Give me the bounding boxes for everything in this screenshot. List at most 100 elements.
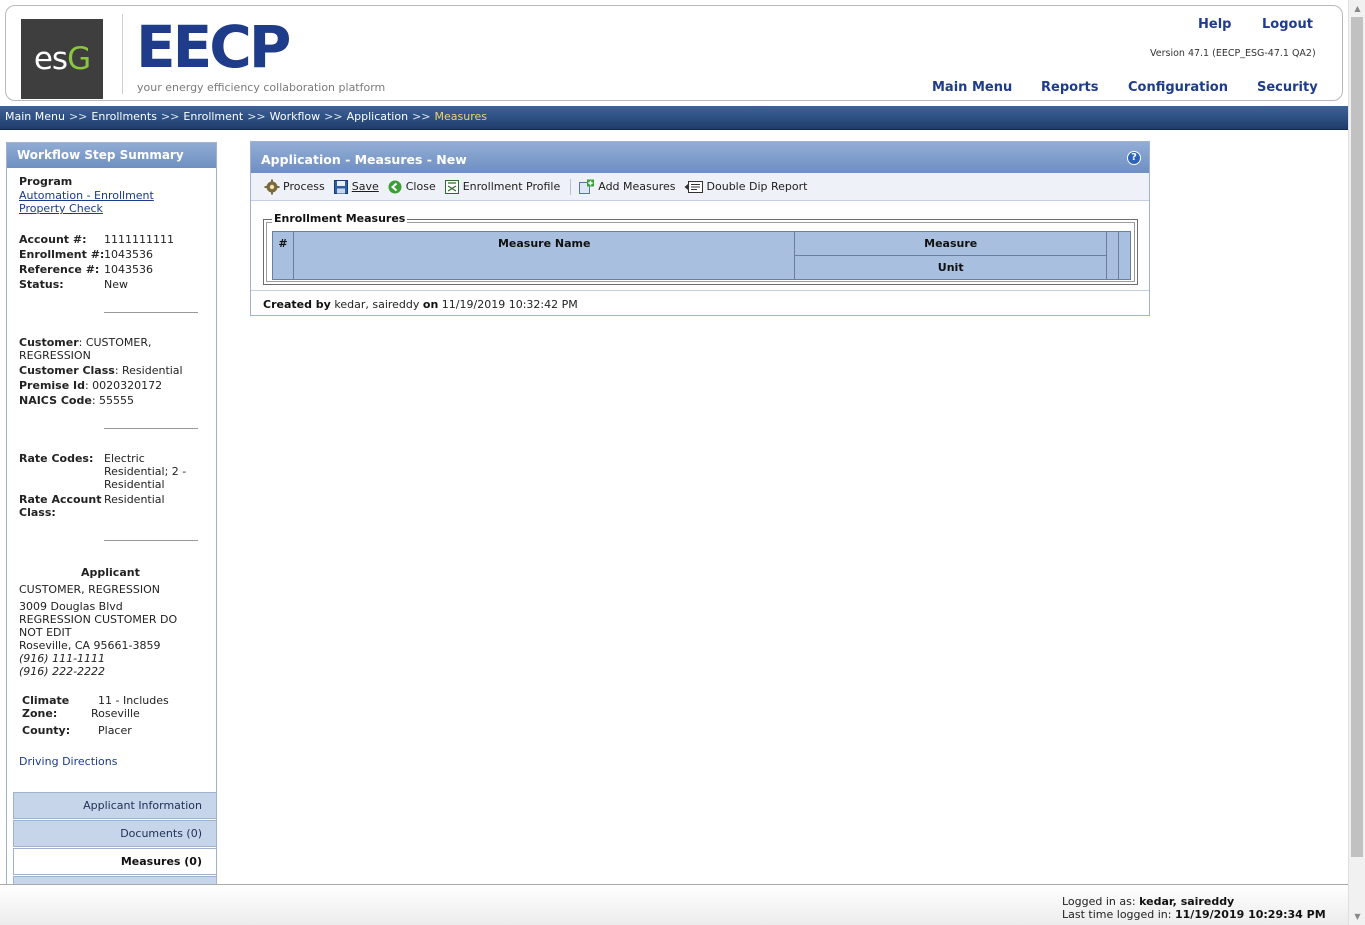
- driving-directions-link[interactable]: Driving Directions: [19, 755, 118, 768]
- county-value: Placer: [98, 724, 132, 737]
- applicant-name: CUSTOMER, REGRESSION: [19, 583, 160, 596]
- scroll-up-arrow-icon[interactable]: ▲: [1349, 0, 1365, 17]
- fieldset-legend: Enrollment Measures: [272, 212, 408, 225]
- status-value: New: [104, 278, 128, 291]
- program-link-property-check[interactable]: Property Check: [19, 202, 103, 215]
- sidebar-title: Workflow Step Summary: [7, 143, 216, 168]
- address-line-3: NOT EDIT: [19, 626, 72, 639]
- logged-in-as: Logged in as: kedar, saireddy: [1062, 895, 1235, 908]
- applicant-title: Applicant: [81, 566, 140, 579]
- climate-zone-value-2: Roseville: [91, 707, 140, 720]
- divider: [104, 428, 198, 429]
- enrollment-measures-fieldset: Enrollment Measures # Measure Name Measu…: [263, 212, 1138, 285]
- breadcrumb-application[interactable]: Application: [347, 110, 408, 123]
- rate-account-label-1: Rate Account: [19, 493, 102, 506]
- tab-documents[interactable]: Documents (0): [13, 820, 216, 847]
- last-login-time: Last time logged in: 11/19/2019 10:29:34…: [1062, 908, 1326, 921]
- column-header-extra-2: [1118, 231, 1131, 280]
- column-header-measure-name[interactable]: Measure Name: [292, 231, 796, 280]
- phone-2: (916) 222-2222: [19, 665, 106, 678]
- help-link[interactable]: Help: [1198, 17, 1231, 32]
- breadcrumb-current: Measures: [434, 110, 487, 123]
- nav-security[interactable]: Security: [1257, 80, 1318, 95]
- address-line-1: 3009 Douglas Blvd: [19, 600, 123, 613]
- climate-zone-label-1: Climate: [22, 694, 70, 707]
- rate-codes-value-2: Residential; 2 -: [104, 465, 187, 478]
- climate-zone-value-1: 11 - Includes: [98, 694, 169, 707]
- climate-zone-label-2: Zone:: [22, 707, 58, 720]
- rate-account-value: Residential: [104, 493, 165, 506]
- panel-title-bar: Application - Measures - New ?: [251, 142, 1149, 173]
- version-label: Version 47.1 (EECP_ESG-47.1 QA2): [1150, 48, 1316, 59]
- breadcrumb: Main Menu >> Enrollments >> Enrollment >> Work…: [0, 106, 1348, 130]
- column-header-extra-1: [1106, 231, 1119, 280]
- enrollment-label: Enrollment #:: [19, 248, 105, 261]
- logout-link[interactable]: Logout: [1262, 17, 1313, 32]
- divider: [104, 312, 198, 313]
- profile-icon: [444, 179, 460, 195]
- column-header-number[interactable]: #: [272, 231, 294, 280]
- reference-label: Reference #:: [19, 263, 100, 276]
- program-link-automation[interactable]: Automation - Enrollment: [19, 189, 154, 202]
- measures-panel: Application - Measures - New ? Process S…: [250, 141, 1150, 316]
- account-label: Account #:: [19, 233, 87, 246]
- reference-value: 1043536: [104, 263, 153, 276]
- county-label: County:: [22, 724, 71, 737]
- footer: Logged in as: kedar, saireddy Last time …: [0, 884, 1348, 925]
- tagline: your energy efficiency collaboration pla…: [137, 81, 386, 94]
- help-icon[interactable]: ?: [1127, 151, 1141, 165]
- nav-main-menu[interactable]: Main Menu: [932, 80, 1012, 95]
- breadcrumb-enrollments[interactable]: Enrollments: [91, 110, 157, 123]
- rate-account-label-2: Class:: [19, 506, 56, 519]
- enrollment-profile-button[interactable]: Enrollment Profile: [444, 179, 560, 195]
- enrollment-value: 1043536: [104, 248, 153, 261]
- toolbar-separator: [570, 178, 572, 195]
- column-header-measure[interactable]: Measure: [794, 231, 1108, 256]
- report-icon: [684, 179, 704, 195]
- rate-codes-label: Rate Codes:: [19, 452, 94, 465]
- add-measures-button[interactable]: Add Measures: [579, 179, 676, 195]
- phone-1: (916) 111-1111: [19, 652, 106, 665]
- breadcrumb-workflow[interactable]: Workflow: [270, 110, 321, 123]
- customer-row-cont: REGRESSION: [19, 349, 91, 362]
- customer-row: Customer: CUSTOMER,: [19, 336, 152, 349]
- tab-applicant-information[interactable]: Applicant Information: [13, 792, 216, 819]
- gear-icon: [264, 179, 280, 195]
- address-line-2: REGRESSION CUSTOMER DO: [19, 613, 178, 626]
- naics-code-row: NAICS Code: 55555: [19, 394, 135, 407]
- measures-table: # Measure Name Measure Unit: [272, 231, 1131, 280]
- column-header-unit[interactable]: Unit: [794, 255, 1108, 280]
- double-dip-report-button[interactable]: Double Dip Report: [684, 179, 807, 195]
- toolbar: Process Save Close Enrollment Profile Ad…: [251, 173, 1149, 201]
- floppy-icon: [333, 179, 349, 195]
- add-icon: [579, 179, 595, 195]
- header: esG EECP your energy efficiency collabor…: [5, 5, 1343, 101]
- breadcrumb-enrollment[interactable]: Enrollment: [183, 110, 243, 123]
- back-arrow-icon: [387, 179, 403, 195]
- panel-title: Application - Measures - New: [261, 152, 467, 167]
- account-value: 1111111111: [104, 233, 174, 246]
- save-button[interactable]: Save: [333, 179, 379, 195]
- rate-codes-value-3: Residential: [104, 478, 165, 491]
- tab-measures[interactable]: Measures (0): [13, 848, 216, 875]
- premise-id-row: Premise Id: 0020320172: [19, 379, 163, 392]
- process-button[interactable]: Process: [264, 179, 325, 195]
- breadcrumb-main-menu[interactable]: Main Menu: [5, 110, 65, 123]
- customer-class-row: Customer Class: Residential: [19, 364, 183, 377]
- divider: [104, 540, 198, 541]
- program-label: Program: [19, 175, 73, 188]
- address-line-4: Roseville, CA 95661-3859: [19, 639, 161, 652]
- nav-configuration[interactable]: Configuration: [1128, 80, 1228, 95]
- close-button[interactable]: Close: [387, 179, 436, 195]
- scroll-down-arrow-icon[interactable]: ▼: [1349, 908, 1365, 925]
- status-label: Status:: [19, 278, 64, 291]
- eecp-logo: EECP: [136, 13, 291, 81]
- vertical-scrollbar[interactable]: ▲ ▼: [1348, 0, 1365, 925]
- logo-divider: [122, 14, 123, 94]
- created-by-line: Created by kedar, saireddy on 11/19/2019…: [251, 290, 1149, 318]
- scroll-thumb[interactable]: [1351, 17, 1363, 857]
- esg-logo: esG: [21, 19, 103, 99]
- rate-codes-value-1: Electric: [104, 452, 145, 465]
- workflow-step-summary: Workflow Step Summary Program Automation…: [6, 142, 217, 885]
- nav-reports[interactable]: Reports: [1041, 80, 1098, 95]
